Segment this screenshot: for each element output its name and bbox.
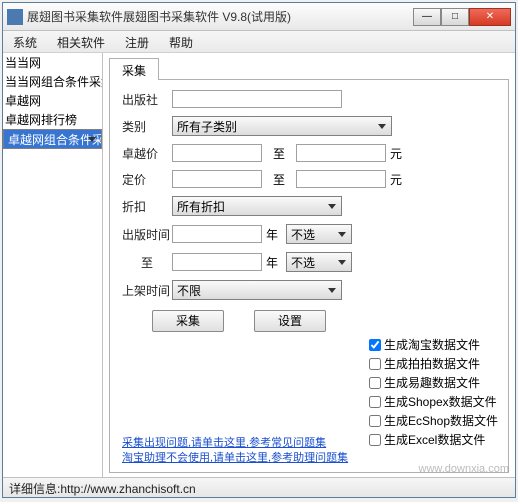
discount-label: 折扣 (122, 198, 172, 215)
zyprice-from-input[interactable] (172, 144, 262, 162)
category-select[interactable]: 所有子类别 (172, 116, 392, 136)
check-shopex[interactable]: 生成Shopex数据文件 (369, 393, 498, 410)
sidebar-item[interactable]: 卓越网 (3, 91, 102, 110)
shelftime-select[interactable]: 不限 (172, 280, 342, 300)
unit-yuan: 元 (390, 145, 402, 162)
window-title: 展翅图书采集软件展翅图书采集软件 V9.8(试用版) (27, 8, 413, 25)
pubtime-label: 出版时间 (122, 226, 172, 243)
check-paipai[interactable]: 生成拍拍数据文件 (369, 355, 498, 372)
to-label: 至 (262, 171, 296, 188)
fixprice-from-input[interactable] (172, 170, 262, 188)
sidebar-item[interactable]: 当当网 (3, 53, 102, 72)
window-buttons: — □ ✕ (413, 8, 511, 26)
settings-button[interactable]: 设置 (254, 310, 326, 332)
menu-register[interactable]: 注册 (115, 31, 159, 52)
help-links: 采集出现问题,请单击这里,参考常见问题集 淘宝助理不会使用,请单击这里,参考助理… (122, 436, 348, 466)
to-label: 至 (262, 145, 296, 162)
pubtime-to-month-select[interactable]: 不选 (286, 252, 352, 272)
check-ecshop[interactable]: 生成EcShop数据文件 (369, 412, 498, 429)
pubtime-from-year-input[interactable] (172, 225, 262, 243)
zyprice-label: 卓越价 (122, 145, 172, 162)
year-label: 年 (266, 226, 278, 243)
assistant-help-link[interactable]: 淘宝助理不会使用,请单击这里,参考助理问题集 (122, 451, 348, 466)
check-excel[interactable]: 生成Excel数据文件 (369, 431, 498, 448)
check-yiqu[interactable]: 生成易趣数据文件 (369, 374, 498, 391)
shelftime-label: 上架时间 (122, 282, 172, 299)
year-label: 年 (266, 254, 278, 271)
fixprice-label: 定价 (122, 171, 172, 188)
check-taobao[interactable]: 生成淘宝数据文件 (369, 336, 498, 353)
title-bar: 展翅图书采集软件展翅图书采集软件 V9.8(试用版) — □ ✕ (3, 3, 515, 31)
sidebar-item[interactable]: 卓越网排行榜 (3, 110, 102, 129)
menu-system[interactable]: 系统 (3, 31, 47, 52)
menu-help[interactable]: 帮助 (159, 31, 203, 52)
publisher-label: 出版社 (122, 91, 172, 108)
tab-panel: 出版社 类别 所有子类别 卓越价 至 元 定价 至 (109, 79, 509, 473)
status-bar: 详细信息:http://www.zhanchisoft.cn (3, 477, 515, 497)
to-label: 至 (122, 254, 172, 271)
sidebar: 当当网 当当网组合条件采集 卓越网 卓越网排行榜 卓越网组合条件采集 (3, 53, 103, 477)
minimize-button[interactable]: — (413, 8, 441, 26)
menu-related[interactable]: 相关软件 (47, 31, 115, 52)
category-label: 类别 (122, 118, 172, 135)
pubtime-to-year-input[interactable] (172, 253, 262, 271)
tab-strip: 采集 (109, 57, 509, 79)
menu-bar: 系统 相关软件 注册 帮助 (3, 31, 515, 53)
main-area: 采集 出版社 类别 所有子类别 卓越价 至 元 (103, 53, 515, 477)
export-checks: 生成淘宝数据文件 生成拍拍数据文件 生成易趣数据文件 生成Shopex数据文件 … (369, 336, 498, 450)
sidebar-item-selected[interactable]: 卓越网组合条件采集 (3, 129, 102, 149)
app-window: 展翅图书采集软件展翅图书采集软件 V9.8(试用版) — □ ✕ 系统 相关软件… (2, 2, 516, 498)
fixprice-to-input[interactable] (296, 170, 386, 188)
faq-link[interactable]: 采集出现问题,请单击这里,参考常见问题集 (122, 436, 348, 451)
sidebar-item[interactable]: 当当网组合条件采集 (3, 72, 102, 91)
discount-select[interactable]: 所有折扣 (172, 196, 342, 216)
collect-button[interactable]: 采集 (152, 310, 224, 332)
app-icon (7, 9, 23, 25)
maximize-button[interactable]: □ (441, 8, 469, 26)
close-button[interactable]: ✕ (469, 8, 511, 26)
tab-collect[interactable]: 采集 (109, 58, 159, 80)
pubtime-from-month-select[interactable]: 不选 (286, 224, 352, 244)
publisher-input[interactable] (172, 90, 342, 108)
unit-yuan: 元 (390, 171, 402, 188)
zyprice-to-input[interactable] (296, 144, 386, 162)
body: 当当网 当当网组合条件采集 卓越网 卓越网排行榜 卓越网组合条件采集 采集 出版… (3, 53, 515, 477)
